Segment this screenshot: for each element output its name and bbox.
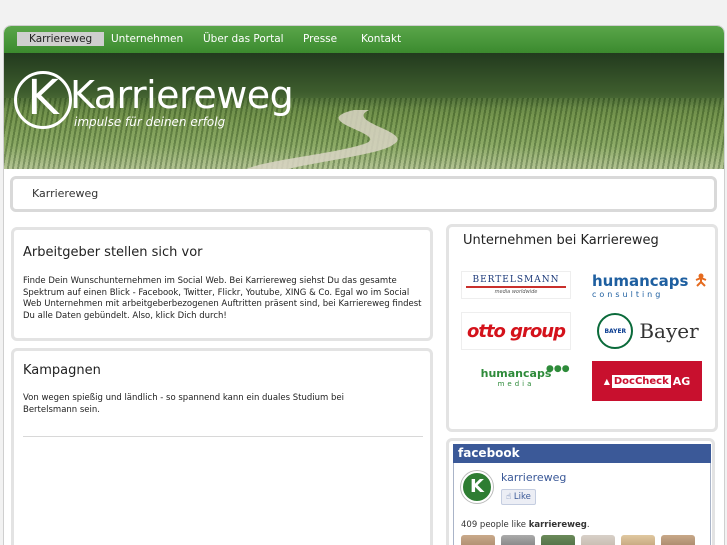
facebook-like-button[interactable]: ☝ Like [501, 489, 536, 505]
bertelsmann-sub: media worldwide [494, 289, 538, 295]
humancaps-figure-icon [695, 273, 707, 287]
like-count-dot: . [586, 520, 590, 530]
main-nav: Karriereweg Unternehmen Über das Portal … [4, 26, 724, 53]
bayer-cross-icon: BAYER [597, 313, 634, 349]
campaigns-box: Kampagnen Von wegen spießig und ländlich… [11, 348, 433, 545]
site-tagline: impulse für deinen erfolg [74, 115, 226, 129]
like-count-name[interactable]: karriereweg [529, 520, 587, 530]
page-frame: Karriereweg Unternehmen Über das Portal … [3, 25, 725, 545]
otto-group-logo[interactable]: otto group [461, 312, 571, 350]
facebook-page-avatar[interactable]: K [461, 471, 493, 503]
humancaps-media-name: humancaps [480, 367, 552, 380]
nav-item-ueber-das-portal[interactable]: Über das Portal [203, 32, 284, 46]
fan-avatar[interactable] [581, 535, 615, 545]
nav-item-kontakt[interactable]: Kontakt [361, 32, 401, 46]
humancaps-sub: consulting [592, 289, 664, 299]
header-banner: K Karriereweg impulse für deinen erfolg [4, 53, 724, 169]
employers-text: Finde Dein Wunschunternehmen im Social W… [23, 276, 422, 321]
facebook-avatar-letter: K [470, 476, 484, 497]
employers-box: Arbeitgeber stellen sich vor Finde Dein … [11, 227, 433, 341]
like-label: Like [513, 492, 531, 502]
fan-avatar[interactable] [621, 535, 655, 545]
bertelsmann-name: BERTELSMANN [472, 275, 560, 285]
thumbs-up-icon: ☝ [506, 492, 512, 502]
fan-avatar[interactable] [501, 535, 535, 545]
site-title[interactable]: Karriereweg [70, 73, 294, 117]
bertelsmann-bar [466, 286, 566, 288]
facebook-header: facebook [453, 444, 711, 463]
facebook-like-count: 409 people like karriereweg. [461, 520, 590, 530]
divider [23, 436, 423, 437]
bayer-logo[interactable]: BAYER Bayer [592, 311, 704, 351]
doccheck-ag: AG [672, 374, 691, 388]
humancaps-name: humancaps [592, 271, 689, 290]
fan-avatar[interactable] [541, 535, 575, 545]
humancaps-media-sub: media [497, 380, 535, 388]
doccheck-logo[interactable]: ▲ DocCheck AG [592, 361, 702, 401]
like-count-text: 409 people like [461, 520, 527, 530]
facebook-body: K karriereweg ☝ Like 409 people like kar… [453, 463, 711, 545]
bertelsmann-logo[interactable]: BERTELSMANN media worldwide [461, 271, 571, 299]
bayer-name: Bayer [639, 319, 699, 343]
facebook-page-name[interactable]: karriereweg [501, 471, 566, 484]
campaigns-text: Von wegen spießig und ländlich - so span… [23, 393, 344, 415]
doccheck-name: DocCheck [611, 374, 671, 388]
breadcrumb-item[interactable]: Karriereweg [32, 187, 98, 200]
companies-box: Unternehmen bei Karriereweg BERTELSMANN … [446, 224, 718, 432]
companies-title: Unternehmen bei Karriereweg [463, 233, 659, 248]
nav-item-presse[interactable]: Presse [303, 32, 337, 46]
nav-item-unternehmen[interactable]: Unternehmen [111, 32, 183, 46]
logo-letter[interactable]: K [16, 69, 70, 127]
facebook-widget: facebook K karriereweg ☝ Like 409 people… [446, 438, 715, 545]
otto-name: otto group [466, 320, 566, 342]
banner-path [246, 110, 398, 169]
humancaps-consulting-logo[interactable]: humancaps consulting [592, 269, 704, 303]
fan-avatar[interactable] [661, 535, 695, 545]
nav-item-karriereweg[interactable]: Karriereweg [17, 32, 105, 46]
humancaps-media-figures-icon: ●●● [546, 364, 570, 374]
doccheck-figure-icon: ▲ [603, 376, 610, 386]
campaigns-title: Kampagnen [23, 363, 101, 378]
facebook-logo[interactable]: facebook [458, 446, 520, 460]
employers-title: Arbeitgeber stellen sich vor [23, 245, 203, 260]
fan-avatar[interactable] [461, 535, 495, 545]
breadcrumb: Karriereweg [10, 176, 717, 212]
